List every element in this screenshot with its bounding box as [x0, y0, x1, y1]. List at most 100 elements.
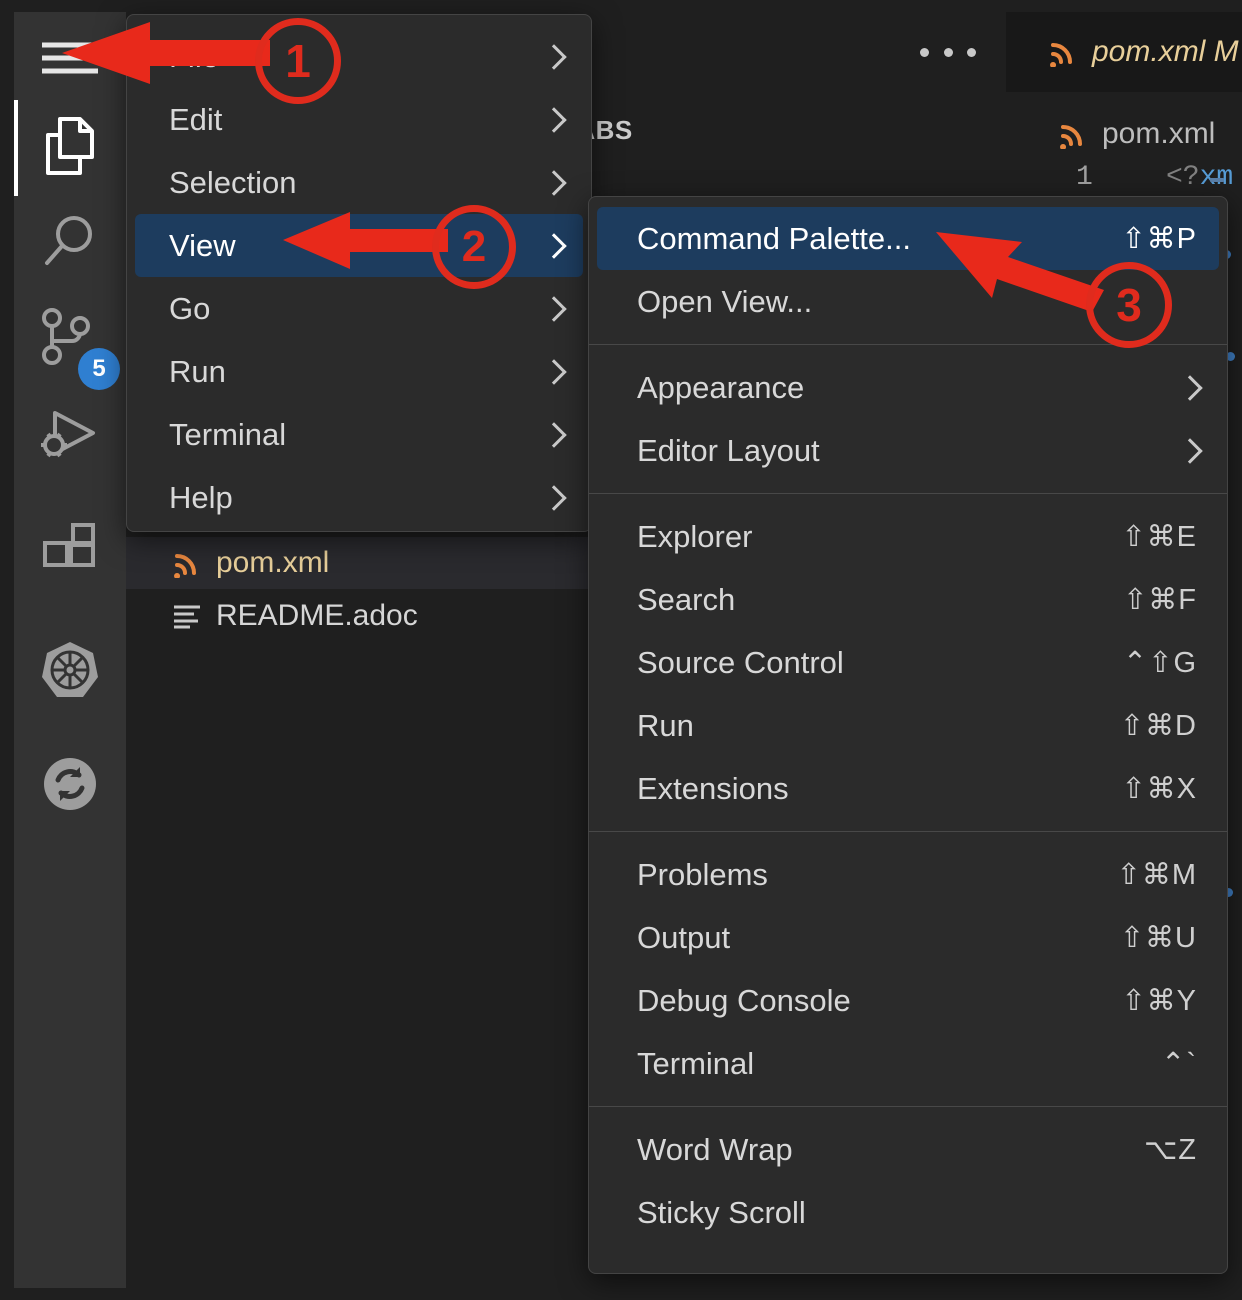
main-menu-item-help[interactable]: Help	[135, 466, 583, 529]
main-menu-item-run[interactable]: Run	[135, 340, 583, 403]
sync-refresh-icon[interactable]	[39, 753, 101, 820]
editor-tab-bar: pom.xml M	[1006, 12, 1242, 92]
chevron-right-icon	[545, 169, 561, 197]
main-menu-item-go[interactable]: Go	[135, 277, 583, 340]
menu-item-label: Word Wrap	[637, 1131, 793, 1167]
xml-file-icon	[1048, 37, 1078, 68]
xml-file-icon	[1058, 119, 1088, 150]
menu-item-label: Appearance	[637, 369, 805, 405]
menu-item-label: Go	[169, 290, 211, 326]
submenu-item-explorer[interactable]: Explorer ⇧⌘E	[597, 505, 1219, 568]
list-item[interactable]: README.adoc	[126, 590, 596, 642]
menu-item-label: Search	[637, 581, 736, 617]
submenu-item-extensions[interactable]: Extensions ⇧⌘X	[597, 757, 1219, 820]
list-item-label: README.adoc	[216, 599, 418, 632]
activity-bar-item-explorer[interactable]	[14, 100, 126, 196]
main-menu-item-terminal[interactable]: Terminal	[135, 403, 583, 466]
chevron-right-icon	[545, 295, 561, 323]
run-and-debug-icon[interactable]	[37, 403, 103, 470]
menu-item-label: Explorer	[637, 518, 753, 554]
chevron-right-icon	[545, 232, 561, 260]
menu-item-label: Run	[637, 707, 694, 743]
chevron-right-icon	[545, 106, 561, 134]
menu-item-label: File	[169, 38, 219, 74]
menu-item-shortcut: ⌃⇧G	[1122, 647, 1197, 679]
menu-item-shortcut: ⌥Z	[1143, 1134, 1197, 1166]
menu-item-label: Edit	[169, 101, 223, 137]
activity-bar-item-source-control[interactable]: 5	[14, 292, 126, 390]
submenu-item-command-palette[interactable]: Command Palette... ⇧⌘P	[597, 207, 1219, 270]
menu-separator	[589, 831, 1227, 832]
submenu-item-output[interactable]: Output ⇧⌘U	[597, 906, 1219, 969]
chevron-right-icon	[545, 43, 561, 71]
vscode-window: 5 LABS pom.xml README.adoc pom.xml M pom…	[0, 0, 1242, 1300]
main-menu-item-edit[interactable]: Edit	[135, 88, 583, 151]
activity-bar-item-kubernetes[interactable]	[14, 624, 126, 720]
ellipsis-icon[interactable]	[920, 38, 976, 66]
main-menu-item-file[interactable]: File	[135, 25, 583, 88]
submenu-item-source-control[interactable]: Source Control ⌃⇧G	[597, 631, 1219, 694]
main-menu-item-view[interactable]: View	[135, 214, 583, 277]
activity-bar-item-search[interactable]	[14, 196, 126, 292]
main-menu-popup: File Edit Selection View Go Run Terminal	[126, 14, 592, 532]
menu-item-label: Debug Console	[637, 982, 851, 1018]
asciidoc-file-icon	[172, 603, 202, 629]
main-menu-item-selection[interactable]: Selection	[135, 151, 583, 214]
menu-item-label: Terminal	[169, 416, 287, 452]
menu-item-label: Extensions	[637, 770, 789, 806]
menu-item-shortcut: ⇧⌘P	[1121, 223, 1197, 255]
submenu-item-run[interactable]: Run ⇧⌘D	[597, 694, 1219, 757]
menu-separator	[589, 344, 1227, 345]
activity-bar-item-menu[interactable]	[14, 12, 126, 108]
submenu-item-problems[interactable]: Problems ⇧⌘M	[597, 843, 1219, 906]
submenu-item-debug-console[interactable]: Debug Console ⇧⌘Y	[597, 969, 1219, 1032]
breadcrumb[interactable]: pom.xml	[1006, 108, 1242, 160]
xml-file-icon	[172, 548, 202, 579]
activity-bar: 5	[14, 12, 126, 1288]
menu-item-label: Help	[169, 479, 233, 515]
submenu-item-appearance[interactable]: Appearance	[597, 356, 1219, 419]
menu-item-label: View	[169, 227, 236, 263]
chevron-right-icon	[1181, 374, 1197, 402]
activity-bar-item-run-debug[interactable]	[14, 388, 126, 484]
search-icon[interactable]	[39, 211, 101, 278]
submenu-item-open-view[interactable]: Open View...	[597, 270, 1219, 333]
menu-item-shortcut: ⇧⌘X	[1121, 773, 1197, 805]
activity-bar-item-extensions[interactable]	[14, 506, 126, 602]
submenu-item-search[interactable]: Search ⇧⌘F	[597, 568, 1219, 631]
menu-item-label: Terminal	[637, 1045, 755, 1081]
kubernetes-icon[interactable]	[39, 639, 101, 706]
files-explorer-icon[interactable]	[39, 113, 101, 184]
menu-item-label: Sticky Scroll	[637, 1194, 806, 1230]
editor-tab-label[interactable]: pom.xml M	[1092, 35, 1239, 69]
menu-item-label: Editor Layout	[637, 432, 820, 468]
menu-item-label: Selection	[169, 164, 297, 200]
menu-item-shortcut: ⇧⌘Y	[1121, 985, 1197, 1017]
submenu-item-sticky-scroll[interactable]: Sticky Scroll	[597, 1181, 1219, 1244]
menu-separator	[589, 493, 1227, 494]
menu-item-label: Open View...	[637, 283, 813, 319]
breadcrumb-label[interactable]: pom.xml	[1102, 117, 1215, 151]
hamburger-menu-icon[interactable]	[39, 38, 101, 83]
source-control-badge: 5	[78, 348, 120, 390]
menu-item-label: Problems	[637, 856, 768, 892]
menu-item-label: Output	[637, 919, 731, 955]
list-item[interactable]: pom.xml	[126, 537, 596, 589]
line-number: 1	[1076, 162, 1093, 193]
menu-item-shortcut: ⇧⌘D	[1119, 710, 1197, 742]
chevron-right-icon	[545, 358, 561, 386]
extensions-icon[interactable]	[39, 521, 101, 588]
menu-item-shortcut: ⌃`	[1161, 1048, 1197, 1080]
menu-item-label: Source Control	[637, 644, 844, 680]
menu-item-shortcut: ⇧⌘M	[1116, 859, 1197, 891]
menu-item-shortcut: ⇧⌘F	[1122, 584, 1197, 616]
submenu-item-editor-layout[interactable]: Editor Layout	[597, 419, 1219, 482]
menu-item-label: Run	[169, 353, 226, 389]
chevron-right-icon	[545, 421, 561, 449]
submenu-item-terminal[interactable]: Terminal ⌃`	[597, 1032, 1219, 1095]
menu-item-shortcut: ⇧⌘E	[1121, 521, 1197, 553]
chevron-right-icon	[1181, 437, 1197, 465]
submenu-item-word-wrap[interactable]: Word Wrap ⌥Z	[597, 1118, 1219, 1181]
activity-bar-item-sync[interactable]	[14, 738, 126, 834]
menu-item-label: Command Palette...	[637, 220, 911, 256]
